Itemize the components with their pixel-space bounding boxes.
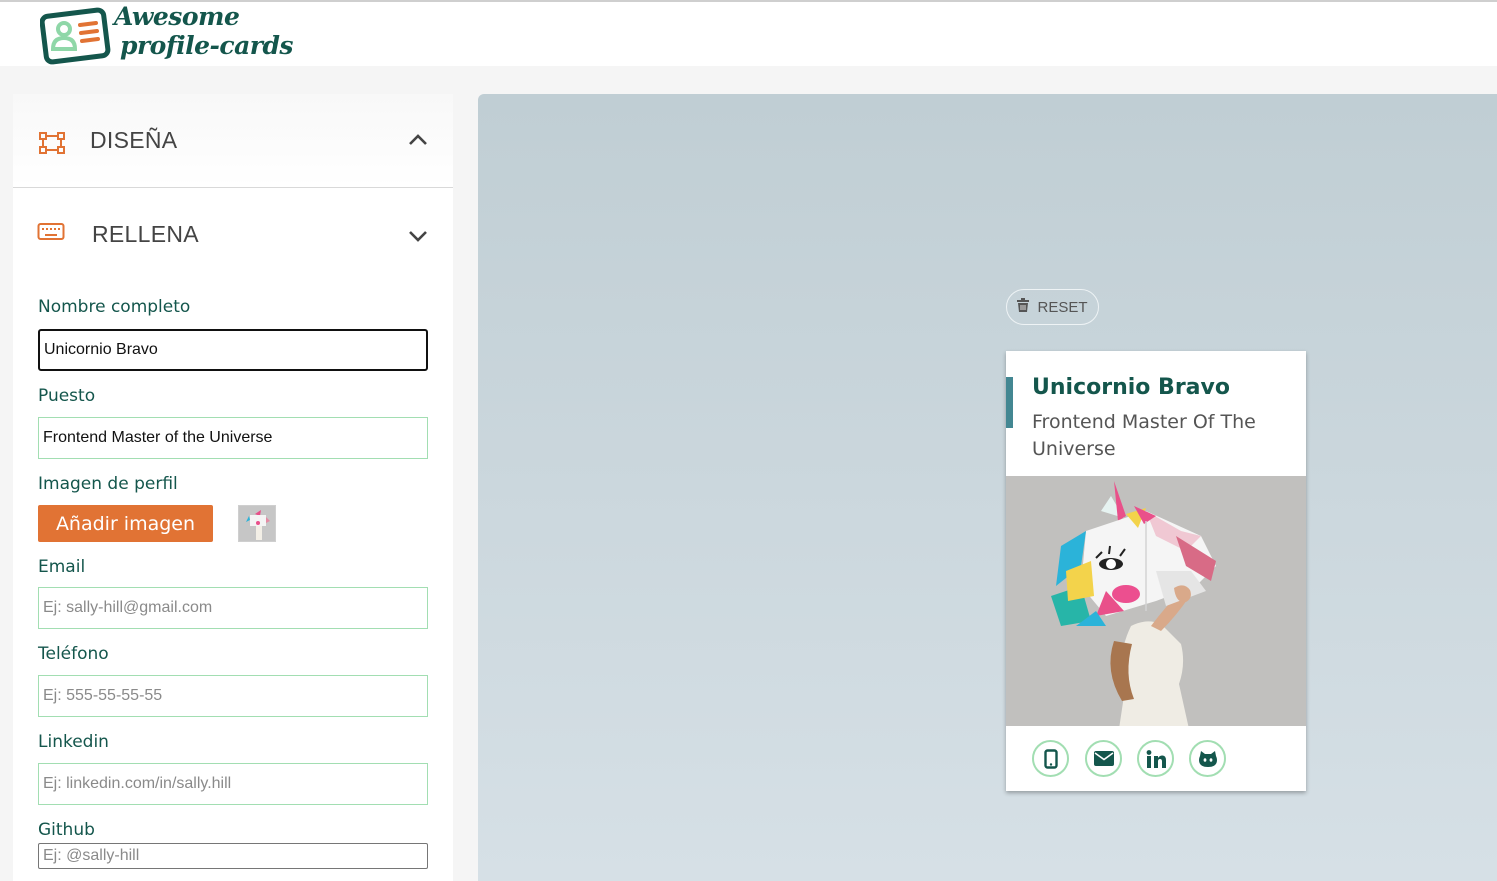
accordion-fill-label: RELLENA xyxy=(92,221,199,247)
job-input[interactable] xyxy=(38,417,428,459)
email-label: Email xyxy=(38,557,86,577)
card-name: Unicornio Bravo xyxy=(1032,375,1230,400)
linkedin-icon[interactable] xyxy=(1137,740,1174,777)
linkedin-label: Linkedin xyxy=(38,732,109,752)
name-label: Nombre completo xyxy=(38,297,191,317)
card-job: Frontend Master Of The Universe xyxy=(1032,411,1256,460)
accordion-design-header[interactable]: DISEÑA xyxy=(13,94,453,188)
phone-label: Teléfono xyxy=(38,644,109,664)
profile-card: Unicornio Bravo Frontend Master Of The U… xyxy=(1006,351,1306,791)
github-label: Github xyxy=(38,820,95,840)
card-profile-image xyxy=(1006,476,1306,726)
accordion-fill-header[interactable]: RELLENA xyxy=(13,188,453,281)
logo-text: Awesome profile-cards xyxy=(114,2,294,60)
app-header: Awesome profile-cards xyxy=(0,2,1497,66)
card-accent-bar xyxy=(1006,377,1013,428)
reset-label: RESET xyxy=(1037,298,1088,316)
github-input[interactable] xyxy=(38,843,428,869)
phone-input[interactable] xyxy=(38,675,428,717)
keyboard-icon xyxy=(37,222,65,246)
accordion-design-label: DISEÑA xyxy=(90,127,178,153)
logo-line-1: Awesome xyxy=(114,2,240,31)
mobile-icon[interactable] xyxy=(1032,740,1069,777)
card-preview-area xyxy=(478,94,1497,881)
chevron-down-icon[interactable] xyxy=(407,228,429,247)
github-icon[interactable] xyxy=(1189,740,1226,777)
name-input[interactable] xyxy=(38,329,428,371)
linkedin-input[interactable] xyxy=(38,763,428,805)
object-group-icon xyxy=(37,130,67,160)
reset-button[interactable]: RESET xyxy=(1006,289,1099,325)
email-input[interactable] xyxy=(38,587,428,629)
chevron-up-icon[interactable] xyxy=(407,132,429,151)
envelope-icon[interactable] xyxy=(1085,740,1122,777)
logo-line-2: profile-cards xyxy=(120,31,294,60)
add-image-button[interactable]: Añadir imagen xyxy=(38,505,213,542)
profile-card-logo-icon xyxy=(39,7,112,69)
trash-icon xyxy=(1017,298,1030,316)
image-label: Imagen de perfil xyxy=(38,474,178,494)
profile-image-thumbnail xyxy=(238,505,276,542)
job-label: Puesto xyxy=(38,386,96,406)
